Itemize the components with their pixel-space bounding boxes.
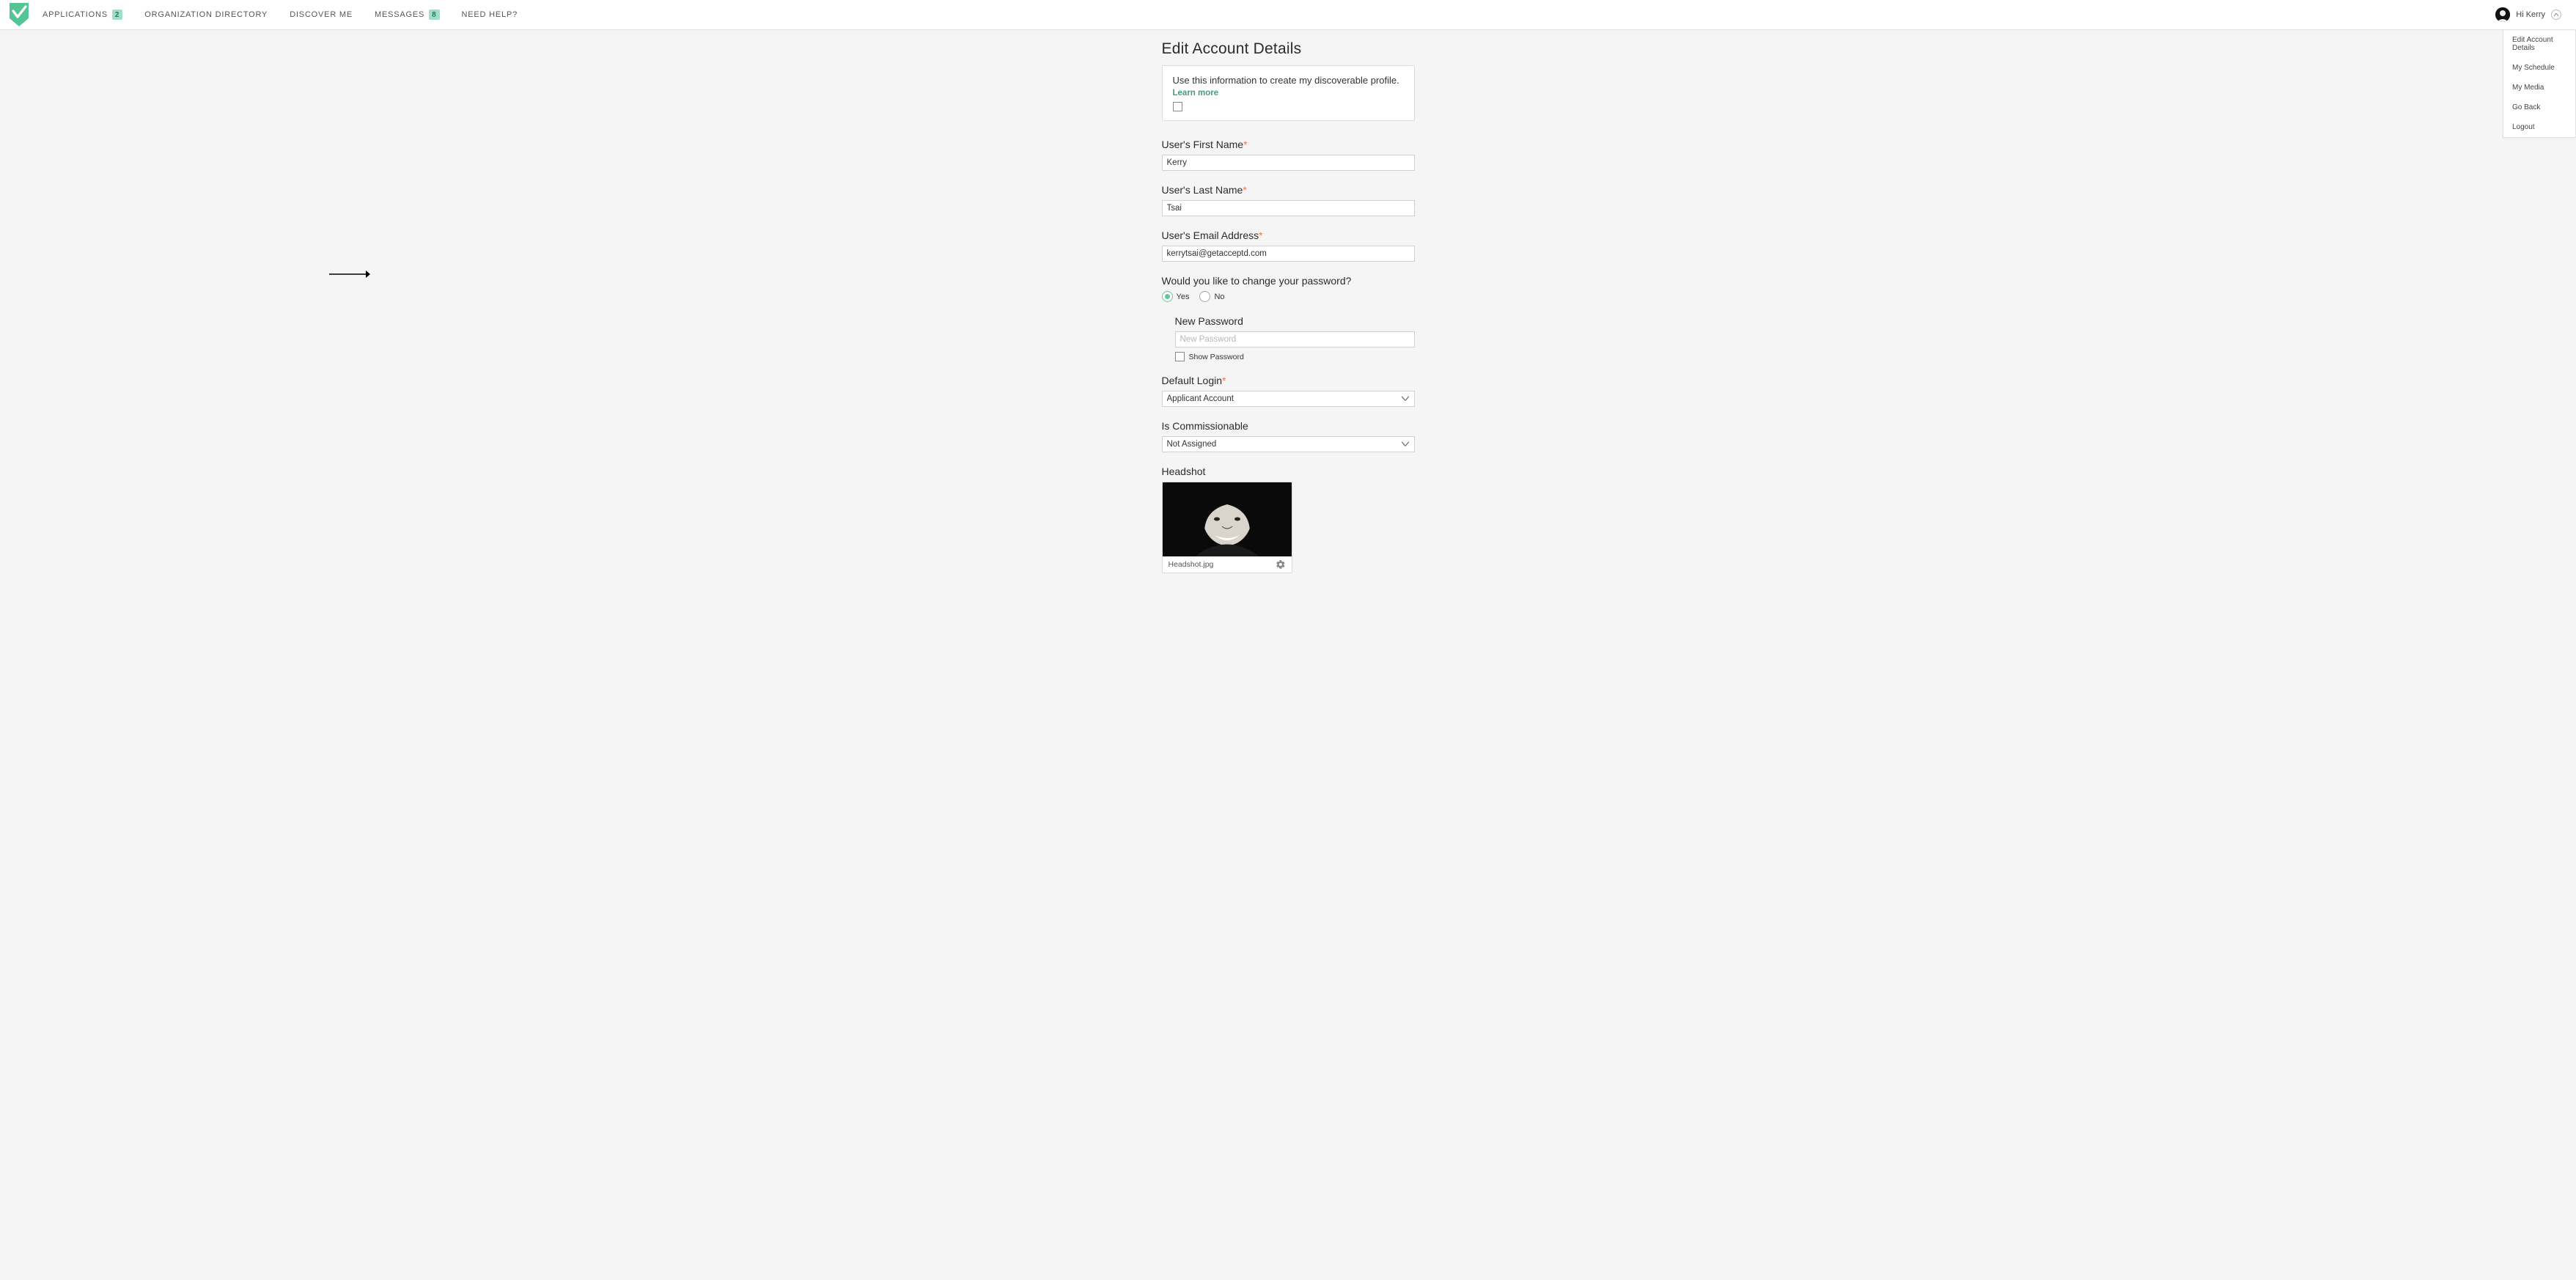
discoverable-checkbox[interactable]	[1173, 102, 1182, 111]
field-change-password: Would you like to change your password? …	[1162, 275, 1415, 302]
commissionable-label: Is Commissionable	[1162, 420, 1415, 432]
radio-yes-label: Yes	[1177, 293, 1190, 301]
last-name-input[interactable]	[1162, 200, 1415, 216]
required-icon: *	[1243, 184, 1246, 196]
commissionable-select[interactable]	[1162, 436, 1415, 452]
default-login-label-text: Default Login	[1162, 375, 1223, 386]
nav-org-directory-label: ORGANIZATION DIRECTORY	[144, 10, 268, 19]
email-input[interactable]	[1162, 246, 1415, 262]
menu-go-back[interactable]: Go Back	[2503, 98, 2575, 117]
radio-no[interactable]: No	[1199, 291, 1224, 302]
nav-messages-badge: 8	[429, 10, 439, 20]
page-body: Edit Account Details Use this informatio…	[0, 30, 2576, 586]
change-password-label: Would you like to change your password?	[1162, 275, 1415, 287]
radio-yes[interactable]: Yes	[1162, 291, 1190, 302]
show-password-row: Show Password	[1175, 352, 1415, 361]
commissionable-value	[1162, 436, 1415, 452]
first-name-label: User's First Name*	[1162, 139, 1415, 150]
top-nav: APPLICATIONS 2 ORGANIZATION DIRECTORY DI…	[0, 0, 2576, 30]
email-label: User's Email Address*	[1162, 229, 1415, 241]
nav-messages-label: MESSAGES	[375, 10, 424, 19]
page-title: Edit Account Details	[1162, 40, 1415, 58]
required-icon: *	[1222, 375, 1226, 386]
menu-my-schedule[interactable]: My Schedule	[2503, 58, 2575, 78]
new-password-label: New Password	[1175, 315, 1415, 327]
first-name-input[interactable]	[1162, 155, 1415, 171]
required-icon: *	[1243, 139, 1247, 150]
nav-need-help[interactable]: NEED HELP?	[462, 10, 518, 19]
learn-more-link[interactable]: Learn more	[1173, 89, 1404, 98]
nav-applications-badge: 2	[112, 10, 122, 20]
avatar	[2495, 7, 2510, 22]
nav-org-directory[interactable]: ORGANIZATION DIRECTORY	[144, 10, 268, 19]
default-login-select[interactable]	[1162, 391, 1415, 407]
chevron-up-icon	[2551, 10, 2561, 20]
logo-icon	[9, 2, 29, 27]
default-login-label: Default Login*	[1162, 375, 1415, 386]
menu-edit-account[interactable]: Edit Account Details	[2503, 30, 2575, 58]
nav-discover-me-label: DISCOVER ME	[290, 10, 353, 19]
nav-messages[interactable]: MESSAGES 8	[375, 10, 440, 20]
headshot-image	[1163, 482, 1292, 556]
user-menu-trigger[interactable]: Hi Kerry	[2495, 7, 2561, 22]
field-headshot: Headshot Headshot.jpg	[1162, 466, 1415, 573]
menu-logout[interactable]: Logout	[2503, 117, 2575, 137]
last-name-label: User's Last Name*	[1162, 184, 1415, 196]
radio-no-label: No	[1214, 293, 1224, 301]
user-dropdown-menu: Edit Account Details My Schedule My Medi…	[2503, 30, 2576, 138]
required-icon: *	[1259, 229, 1262, 241]
nav-need-help-label: NEED HELP?	[462, 10, 518, 19]
headshot-card: Headshot.jpg	[1162, 482, 1292, 573]
gear-icon[interactable]	[1276, 559, 1286, 570]
app-logo[interactable]	[9, 2, 29, 27]
field-first-name: User's First Name*	[1162, 139, 1415, 171]
nav-links: APPLICATIONS 2 ORGANIZATION DIRECTORY DI…	[43, 10, 518, 20]
radio-yes-circle	[1162, 291, 1173, 302]
email-label-text: User's Email Address	[1162, 229, 1259, 241]
info-card-text: Use this information to create my discov…	[1173, 75, 1404, 86]
default-login-value	[1162, 391, 1415, 407]
field-last-name: User's Last Name*	[1162, 184, 1415, 216]
headshot-footer: Headshot.jpg	[1163, 556, 1292, 573]
field-default-login: Default Login*	[1162, 375, 1415, 407]
last-name-label-text: User's Last Name	[1162, 184, 1243, 196]
info-card: Use this information to create my discov…	[1162, 65, 1415, 121]
nav-discover-me[interactable]: DISCOVER ME	[290, 10, 353, 19]
headshot-filename: Headshot.jpg	[1169, 560, 1214, 569]
show-password-label: Show Password	[1189, 353, 1244, 361]
field-email: User's Email Address*	[1162, 229, 1415, 262]
annotation-arrow-icon	[329, 270, 370, 279]
form-column: Edit Account Details Use this informatio…	[1162, 40, 1415, 586]
nav-applications-label: APPLICATIONS	[43, 10, 108, 19]
field-commissionable: Is Commissionable	[1162, 420, 1415, 452]
change-password-radio-group: Yes No	[1162, 291, 1415, 302]
new-password-input[interactable]	[1175, 331, 1415, 347]
first-name-label-text: User's First Name	[1162, 139, 1244, 150]
headshot-label: Headshot	[1162, 466, 1415, 477]
new-password-block: New Password Show Password	[1162, 315, 1415, 361]
nav-applications[interactable]: APPLICATIONS 2	[43, 10, 122, 20]
greeting-text: Hi Kerry	[2516, 10, 2545, 19]
menu-my-media[interactable]: My Media	[2503, 78, 2575, 98]
show-password-checkbox[interactable]	[1175, 352, 1185, 361]
radio-no-circle	[1199, 291, 1210, 302]
